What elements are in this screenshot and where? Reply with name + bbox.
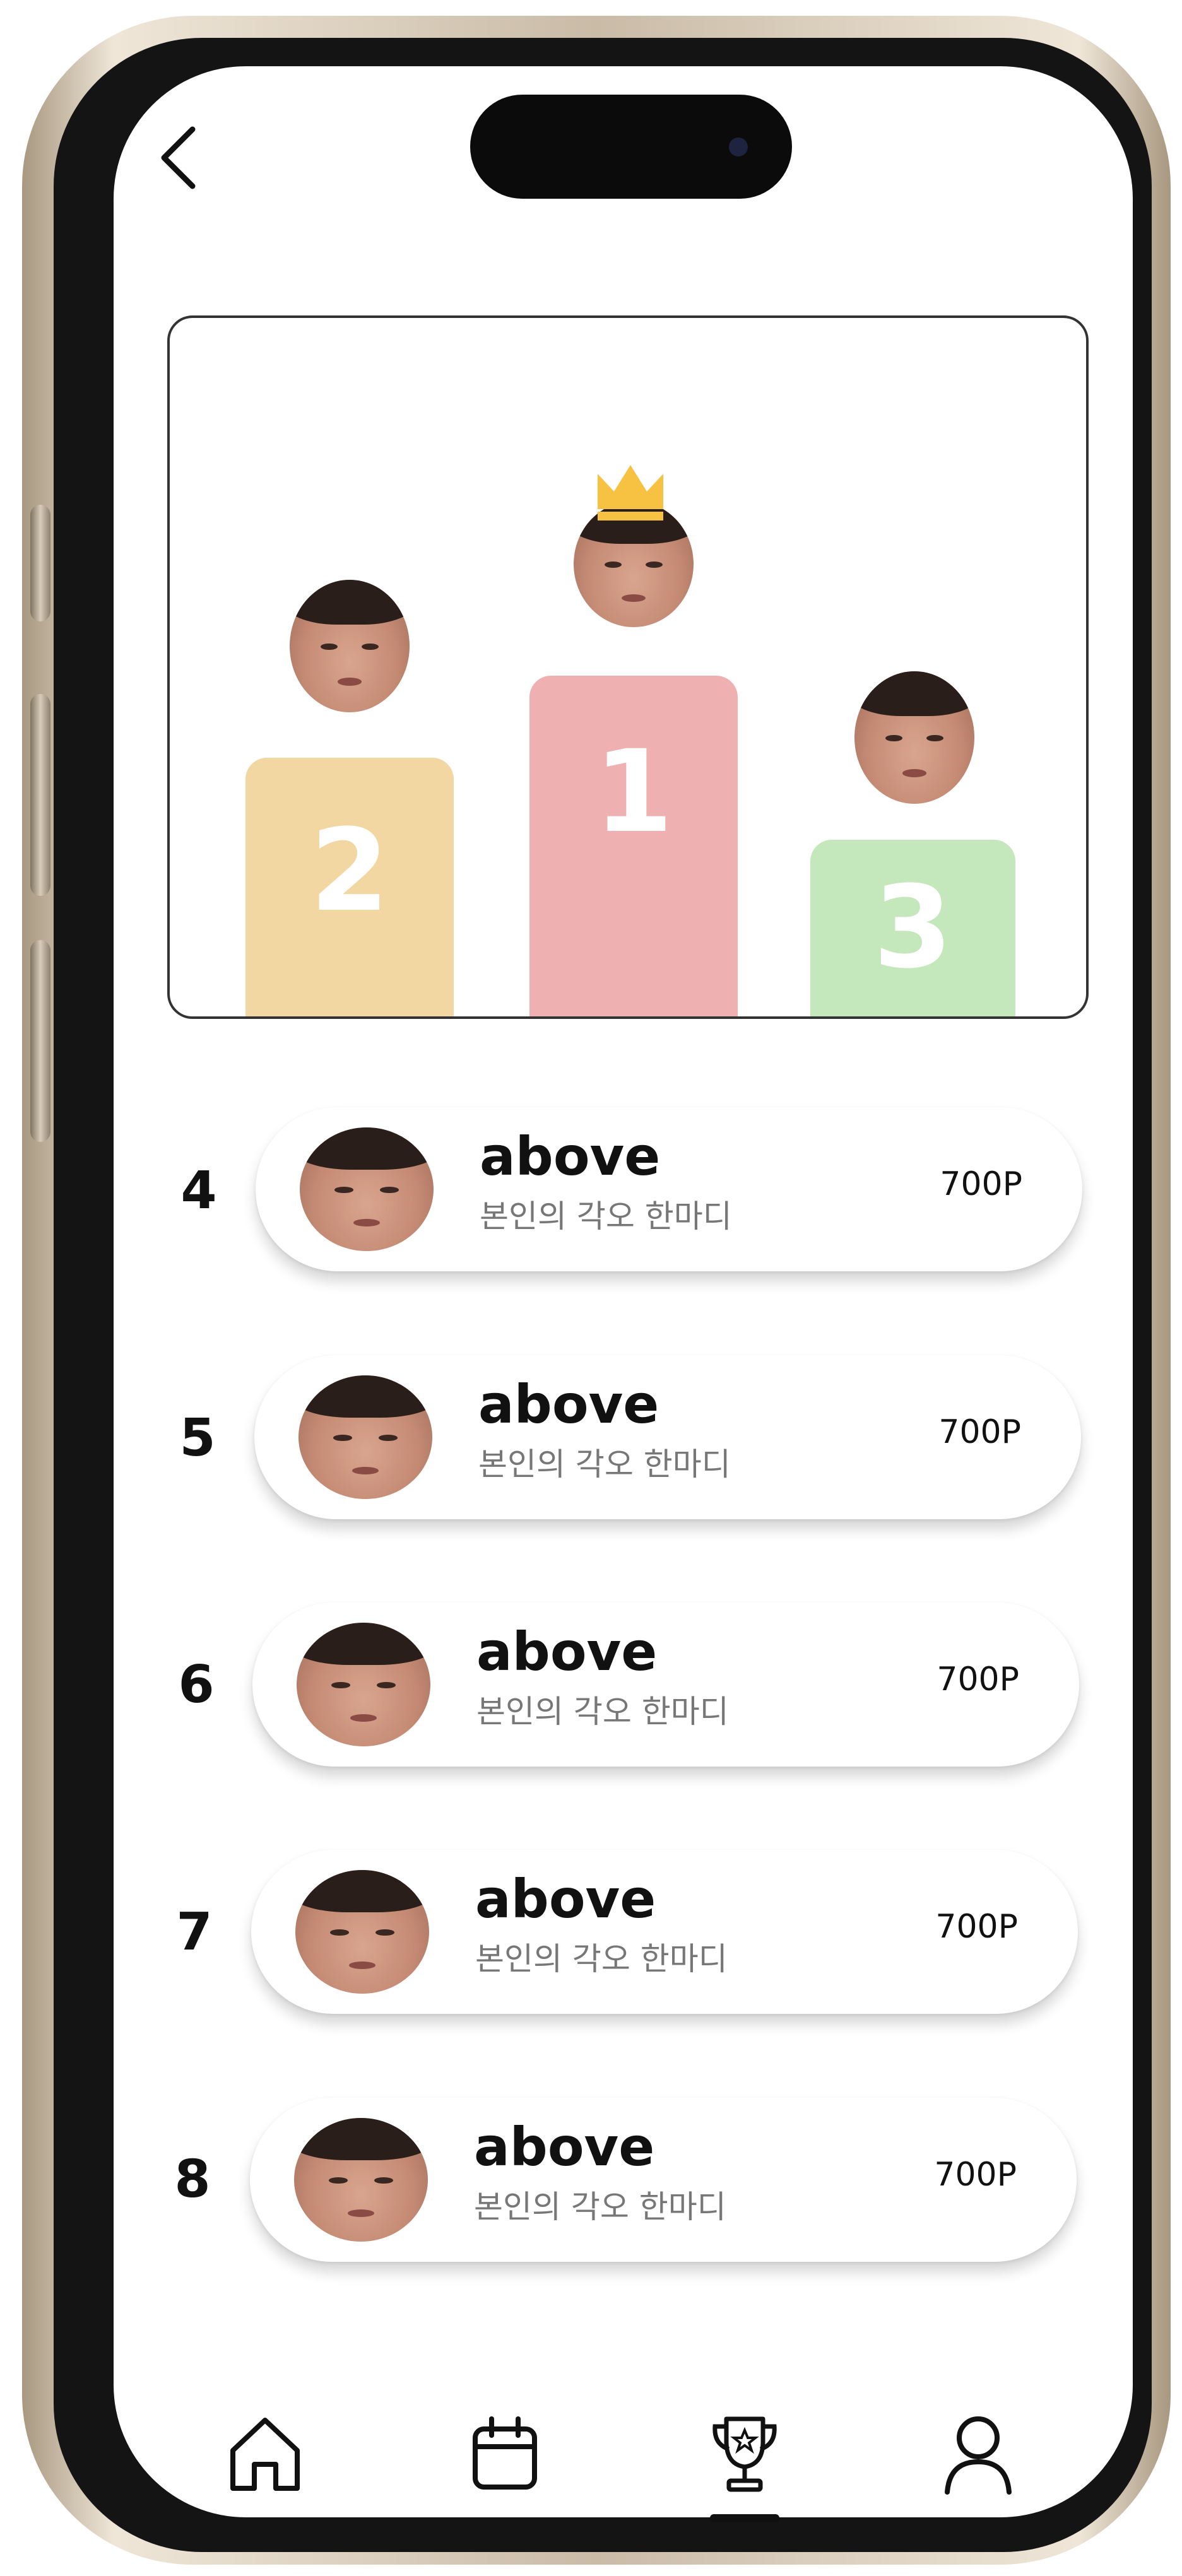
rank-number: 6 bbox=[178, 1655, 215, 1715]
active-tab-indicator bbox=[710, 2514, 779, 2522]
podium-third-rank: 3 bbox=[873, 862, 953, 994]
rank-number: 4 bbox=[180, 1161, 217, 1221]
user-motto: 본인의 각오 한마디 bbox=[475, 1941, 728, 1977]
avatar bbox=[300, 1127, 434, 1251]
user-motto: 본인의 각오 한마디 bbox=[476, 1693, 729, 1730]
avatar-second bbox=[290, 580, 410, 712]
dynamic-island bbox=[470, 95, 792, 199]
ranking-item[interactable]: above 본인의 각오 한마디 700P bbox=[251, 1850, 1078, 2014]
podium-second-rank: 2 bbox=[310, 805, 389, 937]
back-button[interactable] bbox=[155, 123, 205, 192]
user-points: 700P bbox=[940, 1165, 1022, 1203]
avatar bbox=[294, 2118, 428, 2242]
tab-ranking[interactable] bbox=[704, 2410, 786, 2498]
ranking-item[interactable]: above 본인의 각오 한마디 700P bbox=[254, 1355, 1081, 1519]
top-three-podium: 2 1 3 bbox=[167, 315, 1089, 1019]
user-motto: 본인의 각오 한마디 bbox=[478, 1446, 731, 1483]
calendar-icon bbox=[473, 2416, 537, 2490]
ranking-item[interactable]: above 본인의 각오 한마디 700P bbox=[250, 2098, 1077, 2262]
tab-profile[interactable] bbox=[937, 2410, 1019, 2498]
user-name: above bbox=[480, 1126, 661, 1187]
avatar bbox=[295, 1870, 429, 1994]
trophy-icon bbox=[712, 2416, 777, 2492]
user-name: above bbox=[475, 1868, 656, 1930]
podium-first-rank: 1 bbox=[594, 726, 673, 858]
camera-dot bbox=[729, 138, 748, 156]
avatar-third bbox=[854, 671, 974, 804]
rank-number: 5 bbox=[179, 1408, 216, 1468]
user-points: 700P bbox=[935, 1908, 1018, 1946]
ranking-item[interactable]: above 본인의 각오 한마디 700P bbox=[256, 1107, 1082, 1271]
user-name: above bbox=[478, 1373, 659, 1435]
volume-up-button bbox=[30, 694, 50, 896]
user-name: above bbox=[476, 1621, 658, 1683]
tab-home[interactable] bbox=[224, 2410, 306, 2498]
avatar bbox=[297, 1623, 430, 1746]
rank-number: 7 bbox=[176, 1902, 213, 1962]
podium-second: 2 bbox=[245, 758, 454, 1016]
podium-third: 3 bbox=[810, 840, 1015, 1016]
crown-icon bbox=[598, 465, 663, 520]
user-points: 700P bbox=[938, 1413, 1021, 1451]
user-motto: 본인의 각오 한마디 bbox=[474, 2189, 726, 2225]
ranking-item[interactable]: above 본인의 각오 한마디 700P bbox=[252, 1603, 1079, 1767]
user-points: 700P bbox=[937, 1661, 1019, 1698]
chevron-left-icon bbox=[161, 126, 196, 189]
home-icon bbox=[230, 2418, 300, 2491]
rank-number: 8 bbox=[174, 2150, 211, 2209]
action-button bbox=[30, 505, 50, 621]
avatar bbox=[298, 1375, 432, 1499]
tab-calendar[interactable] bbox=[464, 2410, 546, 2498]
volume-down-button bbox=[30, 940, 50, 1142]
user-points: 700P bbox=[934, 2156, 1017, 2194]
user-motto: 본인의 각오 한마디 bbox=[480, 1198, 732, 1235]
user-name: above bbox=[474, 2116, 655, 2178]
profile-icon bbox=[945, 2416, 1012, 2495]
podium-first: 1 bbox=[529, 676, 738, 1016]
